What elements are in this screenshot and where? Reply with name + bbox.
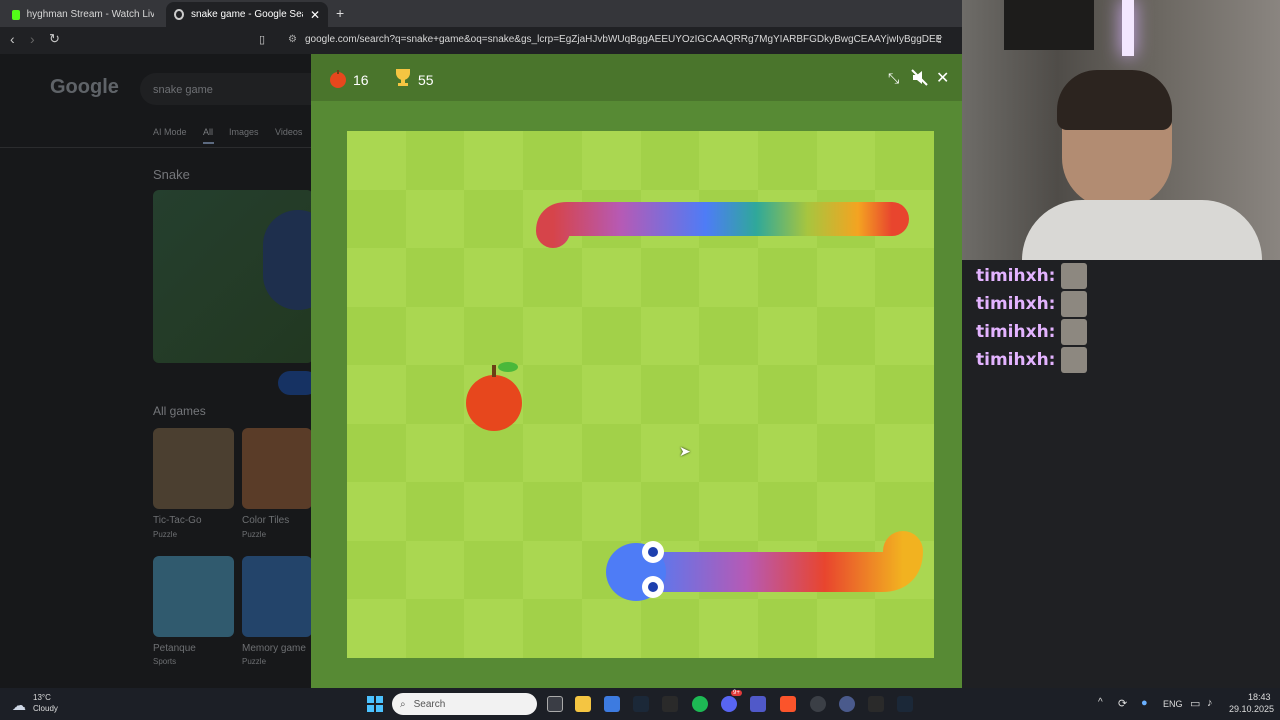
back-icon[interactable]: ‹ bbox=[10, 31, 15, 47]
emote-image bbox=[1061, 263, 1088, 289]
mouse-cursor-icon: ➤ bbox=[679, 443, 691, 459]
game-name[interactable]: Tic-Tac-Go bbox=[153, 515, 202, 526]
steam-icon[interactable] bbox=[633, 696, 649, 712]
teams-icon[interactable] bbox=[750, 696, 766, 712]
game-name[interactable]: Memory game bbox=[242, 643, 306, 654]
forward-icon[interactable]: › bbox=[30, 31, 35, 47]
weather-temp[interactable]: 13°C bbox=[33, 693, 51, 702]
share-icon[interactable]: ⇪ bbox=[935, 33, 944, 46]
apple bbox=[466, 362, 522, 431]
all-games-heading: All games bbox=[153, 404, 206, 418]
epic-games-icon[interactable] bbox=[662, 696, 678, 712]
chat-username[interactable]: timihxh: bbox=[976, 266, 1055, 286]
game-thumb-memory-game[interactable] bbox=[242, 556, 312, 637]
new-tab-icon[interactable]: + bbox=[336, 5, 344, 21]
snake-layer bbox=[466, 202, 923, 601]
game-thumb-tic-tac-go[interactable] bbox=[153, 428, 234, 509]
game-name[interactable]: Petanque bbox=[153, 643, 196, 654]
chat-message: timihxh: bbox=[976, 291, 1088, 317]
bookmark-icon[interactable]: ▯ bbox=[259, 33, 265, 46]
chat-message: timihxh: bbox=[976, 319, 1088, 345]
webcam-feed bbox=[962, 0, 1280, 260]
brave-browser-icon[interactable] bbox=[780, 696, 796, 712]
panel-title: Snake bbox=[153, 167, 190, 182]
high-score: 55 bbox=[418, 72, 434, 88]
taskbar-search[interactable]: ⌕ Search bbox=[392, 693, 537, 715]
mute-icon[interactable] bbox=[911, 69, 928, 91]
tab-kick-stream[interactable]: hyghman Stream - Watch Live on Ki... bbox=[4, 2, 162, 27]
discord-icon[interactable] bbox=[721, 696, 737, 712]
chat-message: timihxh: bbox=[976, 347, 1088, 373]
clock-time[interactable]: 18:43 bbox=[1248, 692, 1271, 702]
emote-image bbox=[1061, 291, 1088, 317]
weather-desc[interactable]: Cloudy bbox=[33, 704, 58, 713]
epic-games-icon[interactable] bbox=[868, 696, 884, 712]
volume-icon[interactable]: ♪ bbox=[1207, 697, 1213, 709]
tab-images[interactable]: Images bbox=[229, 127, 259, 137]
sync-icon[interactable]: ⟳ bbox=[1118, 697, 1127, 710]
spotify-icon[interactable] bbox=[692, 696, 708, 712]
taskbar-search-label: Search bbox=[413, 698, 446, 710]
google-favicon-icon bbox=[174, 9, 185, 20]
chevron-up-icon[interactable]: ^ bbox=[1098, 697, 1103, 708]
chat-username[interactable]: timihxh: bbox=[976, 322, 1055, 342]
game-category: Sports bbox=[153, 657, 177, 666]
trophy-icon bbox=[393, 67, 413, 92]
clock-date[interactable]: 29.10.2025 bbox=[1229, 704, 1274, 714]
task-view-icon[interactable] bbox=[547, 696, 563, 712]
snake-body-bottom bbox=[622, 531, 923, 592]
windows-start-icon[interactable] bbox=[367, 696, 383, 717]
fullscreen-exit-icon[interactable]: ⤡ bbox=[888, 70, 899, 87]
url-text: google.com/search?q=snake+game&oq=snake&… bbox=[305, 34, 941, 45]
microphone-icon[interactable]: ● bbox=[1141, 697, 1148, 709]
game-category: Puzzle bbox=[153, 530, 178, 539]
language-indicator[interactable]: ENG bbox=[1163, 699, 1183, 709]
site-info-icon[interactable]: ⚙ bbox=[288, 31, 297, 49]
tab-google-search[interactable]: snake game - Google Search ✕ bbox=[166, 2, 328, 27]
tab-title: hyghman Stream - Watch Live on Ki... bbox=[26, 9, 154, 20]
steam-icon[interactable] bbox=[897, 696, 913, 712]
current-score: 16 bbox=[353, 72, 369, 88]
google-logo: Google bbox=[50, 76, 119, 98]
emote-image bbox=[1061, 319, 1088, 345]
snake-preview-image[interactable] bbox=[153, 190, 313, 363]
file-explorer-icon[interactable] bbox=[575, 696, 591, 712]
chat-message: timihxh: bbox=[976, 263, 1088, 289]
game-category: Puzzle bbox=[242, 530, 267, 539]
app-icon[interactable] bbox=[810, 696, 826, 712]
monitor-icon[interactable]: ▭ bbox=[1190, 697, 1200, 710]
snake-body-top bbox=[536, 202, 909, 248]
apple-score-icon bbox=[329, 69, 347, 94]
reload-icon[interactable]: ↻ bbox=[49, 31, 60, 47]
tab-videos[interactable]: Videos bbox=[275, 127, 302, 137]
search-query-input[interactable]: snake game bbox=[153, 84, 213, 96]
game-category: Puzzle bbox=[242, 657, 267, 666]
url-field[interactable]: ⚙ google.com/search?q=snake+game&oq=snak… bbox=[285, 31, 941, 49]
chat-username[interactable]: timihxh: bbox=[976, 350, 1055, 370]
microsoft-store-icon[interactable] bbox=[604, 696, 620, 712]
tab-all[interactable]: All bbox=[203, 127, 213, 137]
search-icon: ⌕ bbox=[400, 698, 406, 710]
game-thumb-color-tiles[interactable] bbox=[242, 428, 312, 509]
close-game-icon[interactable]: ✕ bbox=[936, 68, 949, 88]
game-name[interactable]: Color Tiles bbox=[242, 515, 289, 526]
cloud-icon[interactable]: ☁ bbox=[12, 697, 26, 714]
game-thumb-petanque[interactable] bbox=[153, 556, 234, 637]
emote-image bbox=[1061, 347, 1088, 373]
tab-title: snake game - Google Search bbox=[191, 9, 303, 20]
chat-username[interactable]: timihxh: bbox=[976, 294, 1055, 314]
close-tab-icon[interactable]: ✕ bbox=[310, 8, 320, 22]
discord-badge: 9+ bbox=[731, 690, 742, 696]
app-icon[interactable] bbox=[839, 696, 855, 712]
tab-ai-mode[interactable]: AI Mode bbox=[153, 127, 187, 137]
kick-icon bbox=[12, 9, 20, 20]
